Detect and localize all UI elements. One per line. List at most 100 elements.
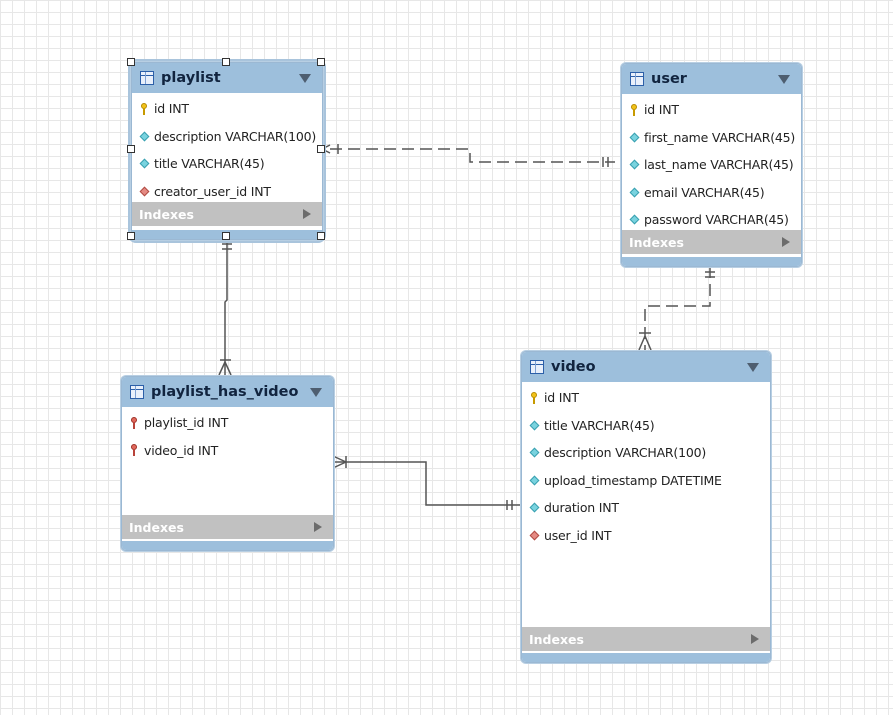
diamond-icon <box>529 474 539 486</box>
column-label: description VARCHAR(100) <box>544 445 707 461</box>
column-label: title VARCHAR(45) <box>154 156 265 172</box>
column-row[interactable]: user_id INT <box>522 522 770 550</box>
collapse-arrow-icon[interactable] <box>299 73 311 83</box>
column-label: id INT <box>644 102 679 118</box>
column-row[interactable]: title VARCHAR(45) <box>132 150 322 178</box>
table-user[interactable]: user id INT first_name VARCHAR(45) last_… <box>621 63 802 267</box>
collapse-arrow-icon[interactable] <box>310 387 322 397</box>
diamond-icon <box>629 186 639 198</box>
expand-arrow-icon[interactable] <box>782 237 790 247</box>
table-header[interactable]: video <box>522 352 770 382</box>
key-icon <box>139 102 149 115</box>
diamond-icon <box>629 131 639 143</box>
table-icon <box>630 72 644 86</box>
diamond-icon <box>139 130 149 142</box>
indexes-bar[interactable]: Indexes <box>122 515 333 539</box>
column-row[interactable]: creator_user_id INT <box>132 178 322 206</box>
column-list: id INT first_name VARCHAR(45) last_name … <box>622 94 801 234</box>
column-row[interactable]: email VARCHAR(45) <box>622 179 801 207</box>
indexes-bar[interactable]: Indexes <box>522 627 770 651</box>
relationship-playlist-has-video-video[interactable] <box>332 455 520 510</box>
expand-arrow-icon[interactable] <box>303 209 311 219</box>
table-icon <box>130 385 144 399</box>
column-label: creator_user_id INT <box>154 183 271 199</box>
resize-handle[interactable] <box>317 58 325 66</box>
key-icon <box>629 103 639 116</box>
column-row[interactable]: description VARCHAR(100) <box>522 439 770 467</box>
foreign-key-icon <box>129 416 139 429</box>
foreign-key-icon <box>129 444 139 457</box>
expand-arrow-icon[interactable] <box>751 634 759 644</box>
table-name: playlist_has_video <box>151 384 299 400</box>
column-row[interactable]: id INT <box>622 96 801 124</box>
indexes-label: Indexes <box>139 206 194 222</box>
collapse-arrow-icon[interactable] <box>747 362 759 372</box>
column-label: description VARCHAR(100) <box>154 128 317 144</box>
diamond-icon <box>629 214 639 226</box>
column-row[interactable]: duration INT <box>522 494 770 522</box>
resize-handle[interactable] <box>127 145 135 153</box>
resize-handle[interactable] <box>127 232 135 240</box>
resize-handle[interactable] <box>222 232 230 240</box>
column-label: title VARCHAR(45) <box>544 417 655 433</box>
diamond-icon <box>629 159 639 171</box>
column-label: user_id INT <box>544 527 612 543</box>
table-playlist-has-video[interactable]: playlist_has_video playlist_id INT video… <box>121 376 334 551</box>
indexes-bar[interactable]: Indexes <box>132 202 322 226</box>
relationship-user-video[interactable] <box>638 266 715 351</box>
column-label: first_name VARCHAR(45) <box>644 129 796 145</box>
table-footer <box>522 653 770 662</box>
column-row[interactable]: description VARCHAR(100) <box>132 123 322 151</box>
indexes-label: Indexes <box>629 234 684 250</box>
column-label: email VARCHAR(45) <box>644 184 765 200</box>
table-icon <box>140 71 154 85</box>
column-row[interactable]: id INT <box>132 95 322 123</box>
table-header[interactable]: playlist <box>132 63 322 93</box>
collapse-arrow-icon[interactable] <box>778 74 790 84</box>
column-label: playlist_id INT <box>144 415 229 431</box>
table-playlist[interactable]: playlist id INT description VARCHAR(100)… <box>128 59 326 243</box>
column-list: playlist_id INT video_id INT <box>122 407 333 464</box>
table-footer <box>622 257 801 266</box>
resize-handle[interactable] <box>317 232 325 240</box>
table-name: user <box>651 71 687 87</box>
column-label: id INT <box>544 390 579 406</box>
table-header[interactable]: playlist_has_video <box>122 377 333 407</box>
key-icon <box>529 391 539 404</box>
diamond-icon <box>529 419 539 431</box>
column-row[interactable]: video_id INT <box>122 437 333 465</box>
resize-handle[interactable] <box>127 58 135 66</box>
column-label: upload_timestamp DATETIME <box>544 472 722 488</box>
indexes-label: Indexes <box>529 631 584 647</box>
column-row[interactable]: playlist_id INT <box>122 409 333 437</box>
table-name: video <box>551 359 596 375</box>
column-label: duration INT <box>544 500 619 516</box>
relationship-playlist-playlist-has-video[interactable] <box>218 237 232 376</box>
foreign-key-icon <box>529 529 539 541</box>
column-list: id INT title VARCHAR(45) description VAR… <box>522 382 770 549</box>
column-label: video_id INT <box>144 442 219 458</box>
table-icon <box>530 360 544 374</box>
resize-handle[interactable] <box>317 145 325 153</box>
diamond-icon <box>139 158 149 170</box>
relationship-playlist-user[interactable] <box>321 144 615 167</box>
column-row[interactable]: upload_timestamp DATETIME <box>522 467 770 495</box>
table-header[interactable]: user <box>622 64 801 94</box>
table-footer <box>122 541 333 550</box>
foreign-key-icon <box>139 185 149 197</box>
resize-handle[interactable] <box>222 58 230 66</box>
table-video[interactable]: video id INT title VARCHAR(45) descripti… <box>521 351 771 663</box>
column-row[interactable]: id INT <box>522 384 770 412</box>
diamond-icon <box>529 447 539 459</box>
column-label: last_name VARCHAR(45) <box>644 157 794 173</box>
expand-arrow-icon[interactable] <box>314 522 322 532</box>
column-row[interactable]: last_name VARCHAR(45) <box>622 151 801 179</box>
column-row[interactable]: first_name VARCHAR(45) <box>622 124 801 152</box>
indexes-bar[interactable]: Indexes <box>622 230 801 254</box>
column-list: id INT description VARCHAR(100) title VA… <box>132 93 322 205</box>
table-name: playlist <box>161 70 221 86</box>
column-label: id INT <box>154 101 189 117</box>
column-row[interactable]: title VARCHAR(45) <box>522 412 770 440</box>
column-label: password VARCHAR(45) <box>644 212 789 228</box>
indexes-label: Indexes <box>129 519 184 535</box>
